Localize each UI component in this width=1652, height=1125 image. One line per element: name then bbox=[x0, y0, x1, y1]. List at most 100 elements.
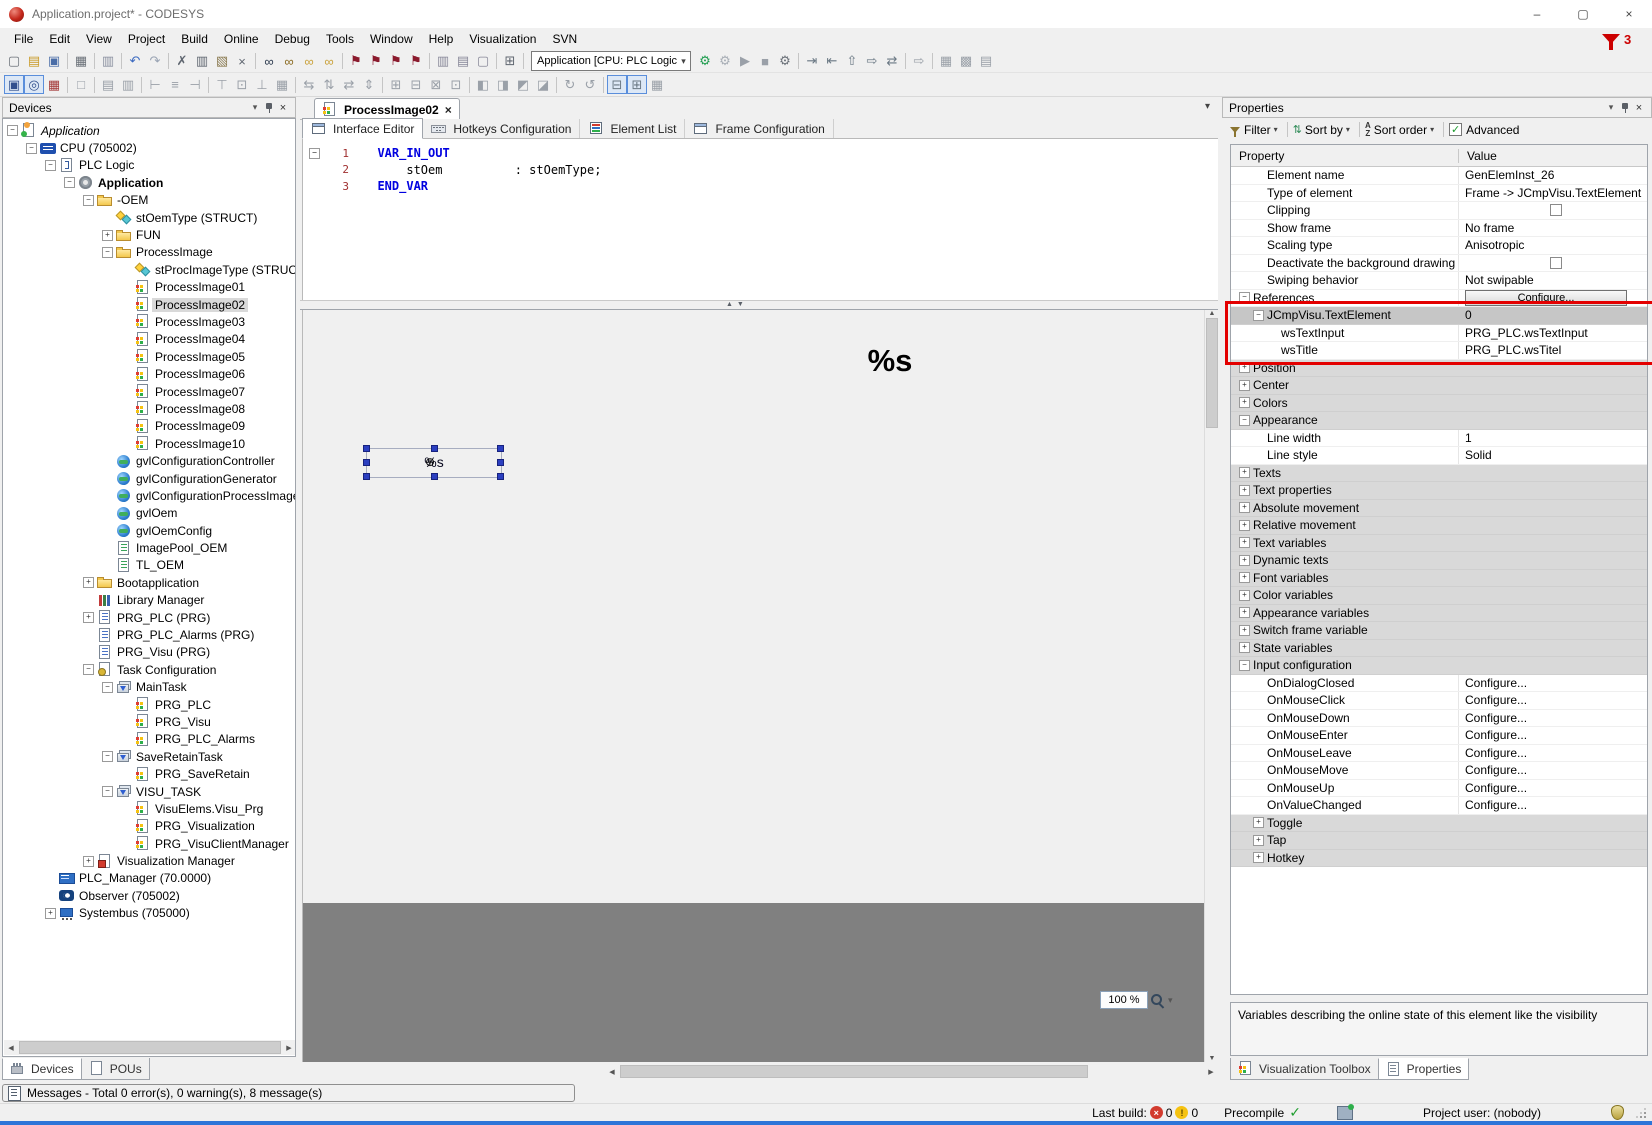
align-top-icon[interactable]: ⊤ bbox=[212, 75, 232, 94]
paste-clipboard-icon[interactable]: ▥ bbox=[433, 52, 453, 71]
tree-item[interactable]: −MainTask bbox=[3, 679, 295, 696]
scrollbar-thumb[interactable] bbox=[1206, 318, 1218, 428]
expander-icon[interactable]: + bbox=[1239, 625, 1250, 636]
expander-icon[interactable]: − bbox=[83, 195, 94, 206]
grid-settings-icon[interactable]: ▦ bbox=[647, 75, 667, 94]
tree-item[interactable]: +Systembus (705000) bbox=[3, 905, 295, 922]
clear-bookmarks-icon[interactable]: ⚑ bbox=[406, 52, 426, 71]
property-row[interactable]: +Tap bbox=[1231, 832, 1647, 850]
property-row[interactable]: OnMouseUpConfigure... bbox=[1231, 780, 1647, 798]
expander-icon[interactable]: − bbox=[1239, 660, 1250, 671]
close-icon[interactable]: × bbox=[275, 102, 291, 114]
tree-item[interactable]: ProcessImage05 bbox=[3, 348, 295, 365]
menu-item-online[interactable]: Online bbox=[216, 29, 267, 49]
expander-icon[interactable]: + bbox=[102, 230, 113, 241]
property-row[interactable]: OnMouseEnterConfigure... bbox=[1231, 727, 1647, 745]
expander-icon[interactable]: − bbox=[102, 786, 113, 797]
property-row[interactable]: +Hotkey bbox=[1231, 850, 1647, 868]
active-application-dropdown[interactable]: Application [CPU: PLC Logic]▾ bbox=[531, 51, 691, 71]
resize-handle[interactable] bbox=[497, 473, 504, 480]
checkbox[interactable] bbox=[1550, 257, 1562, 269]
shrink-icon[interactable]: ⊟ bbox=[406, 75, 426, 94]
expander-icon[interactable]: + bbox=[83, 856, 94, 867]
property-row[interactable]: OnMouseDownConfigure... bbox=[1231, 710, 1647, 728]
tab-properties[interactable]: Properties bbox=[1378, 1058, 1470, 1080]
value-column-header[interactable]: Value bbox=[1459, 149, 1647, 163]
tree-item[interactable]: +Visualization Manager bbox=[3, 852, 295, 869]
property-row[interactable]: −Appearance bbox=[1231, 412, 1647, 430]
tree-item[interactable]: stProcImageType (STRUCT) bbox=[3, 261, 295, 278]
next-statement-icon[interactable]: ⇨ bbox=[909, 52, 929, 71]
scroll-left-icon[interactable]: ◀ bbox=[4, 1044, 18, 1052]
call-stack-icon[interactable]: ▩ bbox=[956, 52, 976, 71]
property-row[interactable]: Line styleSolid bbox=[1231, 447, 1647, 465]
editor-splitter[interactable]: ▲▼ bbox=[300, 300, 1218, 310]
tab-visualization-toolbox[interactable]: Visualization Toolbox bbox=[1230, 1058, 1379, 1080]
tree-item[interactable]: ImagePool_OEM bbox=[3, 539, 295, 556]
tree-item[interactable]: gvlOem bbox=[3, 505, 295, 522]
expander-icon[interactable]: + bbox=[1253, 817, 1264, 828]
expander-icon[interactable]: + bbox=[1239, 362, 1250, 373]
visualization-zoom-tool-icon[interactable]: ◎ bbox=[24, 75, 44, 94]
advanced-checkbox[interactable]: ✓ bbox=[1449, 123, 1462, 136]
tree-item[interactable]: ProcessImage04 bbox=[3, 331, 295, 348]
copy-pages-icon[interactable]: ▥ bbox=[98, 52, 118, 71]
paste-icon[interactable]: ▧ bbox=[212, 52, 232, 71]
expander-icon[interactable]: − bbox=[1253, 310, 1264, 321]
tree-item[interactable]: −Application bbox=[3, 122, 295, 139]
menu-item-window[interactable]: Window bbox=[362, 29, 421, 49]
property-row[interactable]: wsTextInputPRG_PLC.wsTextInput bbox=[1231, 325, 1647, 343]
tree-item[interactable]: −CPU (705002) bbox=[3, 139, 295, 156]
tree-item[interactable]: stOemType (STRUCT) bbox=[3, 209, 295, 226]
tree-item[interactable]: PRG_SaveRetain bbox=[3, 765, 295, 782]
copy-icon[interactable]: ▥ bbox=[192, 52, 212, 71]
document-tab-processimage02[interactable]: ProcessImage02 × bbox=[314, 98, 460, 120]
tree-item[interactable]: +FUN bbox=[3, 226, 295, 243]
element-list-icon[interactable]: ▦ bbox=[44, 75, 64, 94]
property-row[interactable]: Swiping behaviorNot swipable bbox=[1231, 272, 1647, 290]
reset-size-icon[interactable]: ⊡ bbox=[446, 75, 466, 94]
tree-item[interactable]: ProcessImage09 bbox=[3, 418, 295, 435]
tree-item[interactable]: −Application bbox=[3, 174, 295, 191]
expander-icon[interactable]: + bbox=[1239, 397, 1250, 408]
resize-handle[interactable] bbox=[431, 473, 438, 480]
tab-interface-editor[interactable]: Interface Editor bbox=[302, 118, 423, 139]
property-row[interactable]: Type of elementFrame -> JCmpVisu.TextEle… bbox=[1231, 185, 1647, 203]
expander-icon[interactable]: − bbox=[102, 247, 113, 258]
expander-icon[interactable]: − bbox=[45, 160, 56, 171]
resize-handle[interactable] bbox=[363, 473, 370, 480]
tab-pous[interactable]: POUs bbox=[81, 1058, 150, 1080]
step-out-icon[interactable]: ⇧ bbox=[842, 52, 862, 71]
expander-icon[interactable]: − bbox=[102, 682, 113, 693]
menu-item-file[interactable]: File bbox=[6, 29, 41, 49]
configure-button[interactable]: Configure... bbox=[1465, 290, 1627, 306]
checkbox[interactable] bbox=[1550, 204, 1562, 216]
property-row[interactable]: +Appearance variables bbox=[1231, 605, 1647, 623]
expander-icon[interactable]: − bbox=[1239, 415, 1250, 426]
find-objects-icon[interactable]: ∞ bbox=[299, 52, 319, 71]
property-row[interactable]: OnMouseClickConfigure... bbox=[1231, 692, 1647, 710]
property-row[interactable]: Clipping bbox=[1231, 202, 1647, 220]
canvas-horizontal-scrollbar[interactable]: ◀ ▶ bbox=[605, 1064, 1218, 1079]
tab-hotkeys-configuration[interactable]: Hotkeys Configuration bbox=[423, 119, 580, 138]
tree-item[interactable]: −-OEM bbox=[3, 192, 295, 209]
next-bookmark-icon[interactable]: ⚑ bbox=[366, 52, 386, 71]
title-text-element[interactable]: %s bbox=[845, 343, 935, 379]
tree-item[interactable]: PRG_Visu bbox=[3, 713, 295, 730]
tab-devices[interactable]: Devices bbox=[2, 1058, 82, 1080]
property-row[interactable]: +Text properties bbox=[1231, 482, 1647, 500]
property-row[interactable]: OnDialogClosedConfigure... bbox=[1231, 675, 1647, 693]
menu-item-project[interactable]: Project bbox=[120, 29, 173, 49]
send-to-back-icon[interactable]: ◪ bbox=[533, 75, 553, 94]
property-row[interactable]: +Color variables bbox=[1231, 587, 1647, 605]
distribute-vertical-icon[interactable]: ⇅ bbox=[319, 75, 339, 94]
property-row[interactable]: +Texts bbox=[1231, 465, 1647, 483]
find-icon[interactable]: ∞ bbox=[259, 52, 279, 71]
chevron-down-icon[interactable]: ▾ bbox=[1274, 125, 1278, 134]
expander-icon[interactable]: + bbox=[1239, 467, 1250, 478]
menu-item-tools[interactable]: Tools bbox=[318, 29, 362, 49]
property-row[interactable]: Line width1 bbox=[1231, 430, 1647, 448]
align-middle-icon[interactable]: ⊡ bbox=[232, 75, 252, 94]
expander-icon[interactable]: + bbox=[1253, 835, 1264, 846]
property-row[interactable]: +Switch frame variable bbox=[1231, 622, 1647, 640]
